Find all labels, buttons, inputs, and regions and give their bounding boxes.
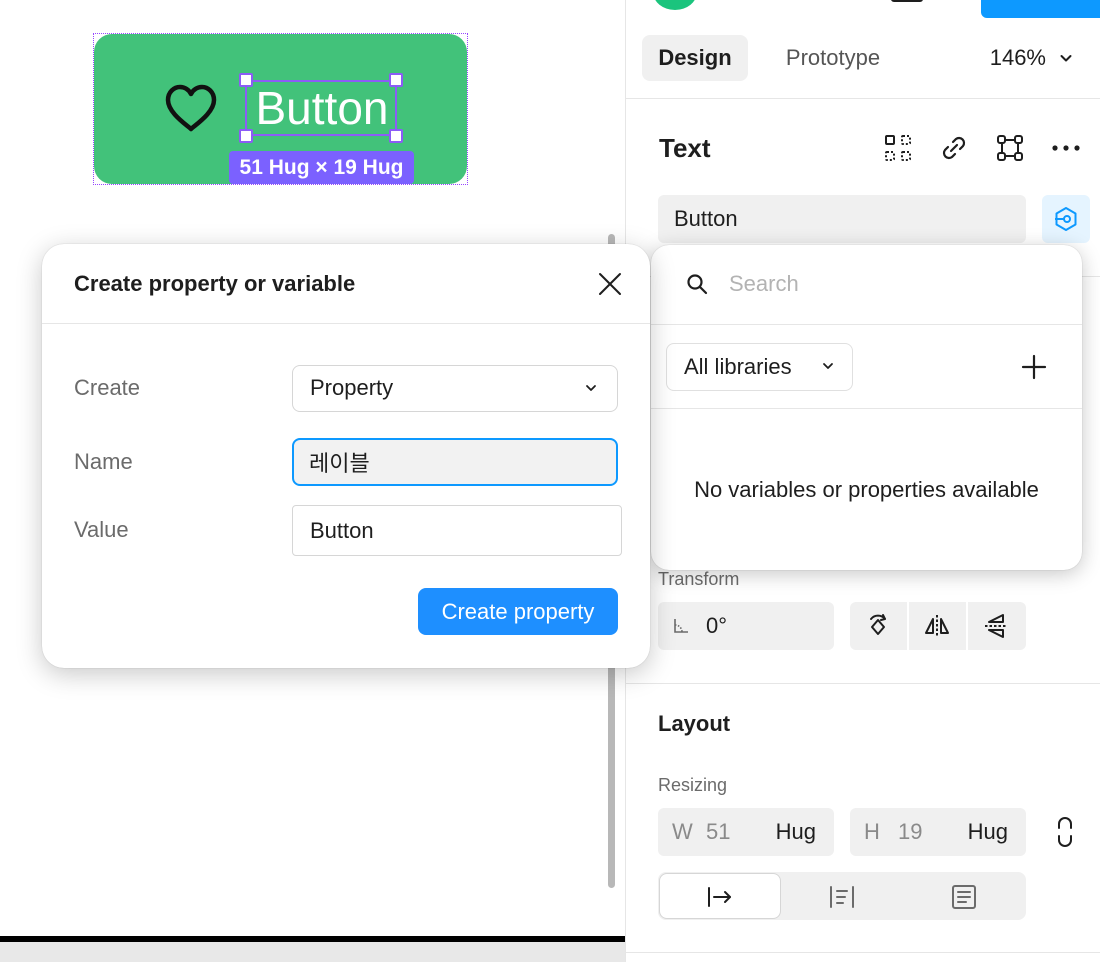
chevron-down-icon — [823, 363, 833, 369]
canvas-bottom-strip — [0, 942, 625, 962]
width-letter: W — [672, 819, 693, 844]
text-selection-box — [245, 80, 397, 136]
fixed-size-icon[interactable] — [949, 882, 979, 912]
search-icon — [687, 274, 708, 295]
variables-popover: All libraries No variables or properties… — [651, 245, 1082, 570]
group-separator — [966, 602, 968, 650]
close-icon[interactable] — [597, 271, 623, 297]
search-input[interactable] — [729, 265, 1049, 303]
heart-icon — [165, 84, 217, 132]
rotate-90-icon[interactable] — [862, 610, 894, 642]
add-icon[interactable] — [1020, 353, 1048, 381]
value-input[interactable] — [292, 505, 622, 556]
panel-divider — [626, 98, 1100, 99]
resize-handle-top-right[interactable] — [389, 73, 403, 87]
library-select-label: All libraries — [684, 354, 792, 379]
transform-label: Transform — [658, 569, 740, 589]
resize-handle-bottom-right[interactable] — [389, 129, 403, 143]
share-button[interactable] — [981, 0, 1100, 18]
create-property-button[interactable]: Create property — [418, 588, 618, 635]
value-label: Value — [74, 517, 129, 542]
present-icon[interactable] — [891, 0, 923, 2]
panel-divider — [626, 952, 1100, 953]
create-type-select[interactable]: Property — [292, 365, 618, 412]
group-separator — [907, 602, 909, 650]
width-field[interactable]: W 51 Hug — [658, 808, 834, 856]
link-icon[interactable] — [938, 132, 970, 164]
constrain-proportions-icon[interactable] — [1054, 816, 1076, 848]
tab-design[interactable]: Design — [642, 35, 748, 81]
dialog-title: Create property or variable — [74, 271, 356, 296]
dialog-divider — [42, 323, 650, 324]
name-input[interactable] — [292, 438, 618, 486]
width-mode[interactable]: Hug — [776, 808, 816, 856]
resize-handle-bottom-left[interactable] — [239, 129, 253, 143]
popover-divider — [651, 408, 1082, 409]
variable-hexagon-icon — [1055, 207, 1077, 231]
text-content-field[interactable]: Button — [658, 195, 1026, 243]
create-label: Create — [74, 375, 141, 400]
layout-section-title: Layout — [658, 711, 731, 736]
panel-divider — [626, 683, 1100, 684]
auto-height-icon[interactable] — [827, 882, 857, 912]
apply-variable-button[interactable] — [1042, 195, 1090, 243]
height-value[interactable]: 19 — [898, 808, 922, 856]
popover-divider — [651, 324, 1082, 325]
resizing-label: Resizing — [658, 775, 728, 795]
auto-width-icon — [708, 887, 731, 907]
flip-vertical-icon[interactable] — [980, 610, 1012, 642]
text-section-title: Text — [659, 133, 711, 163]
height-mode[interactable]: Hug — [968, 808, 1008, 856]
tab-prototype[interactable]: Prototype — [764, 35, 902, 81]
create-type-value: Property — [310, 375, 394, 400]
name-label: Name — [74, 449, 133, 474]
rotation-value[interactable]: 0° — [706, 602, 727, 650]
more-options-icon[interactable] — [1050, 132, 1082, 164]
chevron-down-icon — [586, 385, 596, 391]
width-value[interactable]: 51 — [706, 808, 730, 856]
size-badge: 51 Hug × 19 Hug — [229, 151, 414, 184]
empty-state-message: No variables or properties available — [694, 477, 1039, 502]
zoom-level[interactable]: 146% — [972, 35, 1046, 81]
height-letter: H — [864, 819, 880, 844]
grid-select-icon[interactable] — [882, 132, 914, 164]
height-field[interactable]: H 19 Hug — [850, 808, 1026, 856]
create-property-dialog: Create property or variable Create Prope… — [42, 244, 650, 668]
flip-horizontal-icon[interactable] — [921, 610, 953, 642]
resize-handle-top-left[interactable] — [239, 73, 253, 87]
frame-icon[interactable] — [994, 132, 1026, 164]
chevron-down-icon[interactable] — [1058, 50, 1074, 66]
angle-icon — [674, 619, 688, 633]
